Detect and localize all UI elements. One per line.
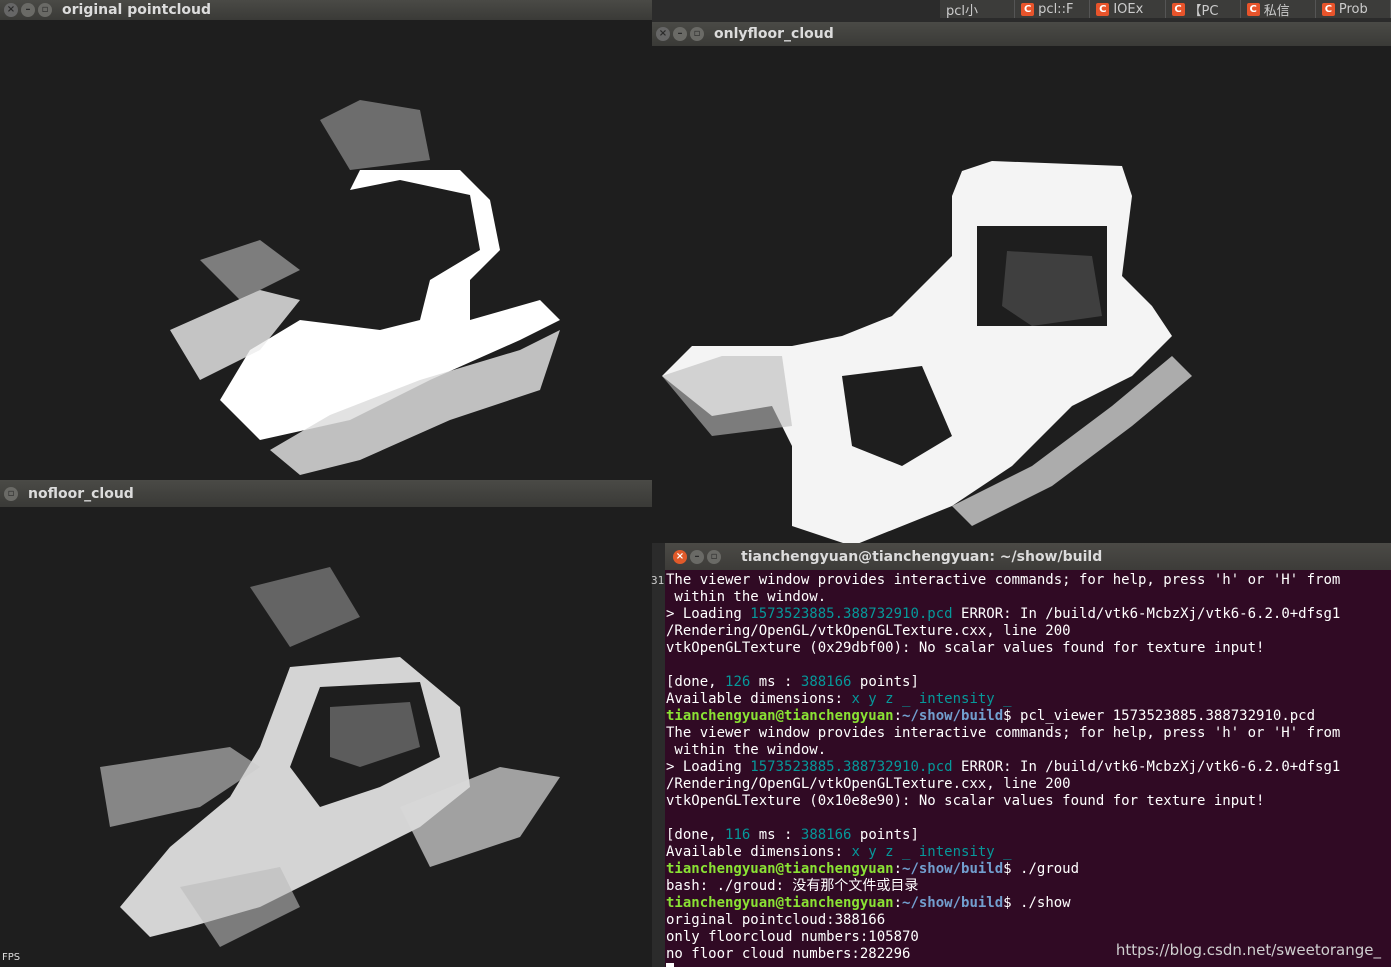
close-icon[interactable]: × [656,27,670,41]
onlyfloor-window-titlebar[interactable]: × – ▫ onlyfloor_cloud [652,22,1391,46]
terminal-line: within the window. [666,742,827,758]
terminal-window[interactable]: × – ▫ tianchengyuan@tianchengyuan: ~/sho… [665,543,1391,967]
terminal-line: > Loading 1573523885.388732910.pcd ERROR… [666,606,1341,622]
onlyfloor-cloud-window[interactable]: × – ▫ onlyfloor_cloud [652,22,1391,543]
minimize-icon[interactable]: – [673,27,687,41]
csdn-icon: C [1171,2,1185,16]
original-pointcloud-window[interactable]: × – ▫ original pointcloud [0,0,652,480]
terminal-line: vtkOpenGLTexture (0x10e8e90): No scalar … [666,793,1265,809]
csdn-icon: C [1246,2,1260,16]
watermark: https://blog.csdn.net/sweetorange_ [1115,941,1381,959]
browser-tab[interactable]: Cpcl::F [1015,0,1091,18]
tab-label: 私信 [1263,3,1290,19]
csdn-icon: C [1021,2,1035,16]
terminal-line: tianchengyuan@tianchengyuan:~/show/build… [666,708,1316,724]
terminal-line: The viewer window provides interactive c… [666,725,1341,741]
browser-tab[interactable]: C 【PC [1166,0,1241,18]
pointcloud-render [100,567,560,947]
nofloor-window-titlebar[interactable]: ▫ nofloor_cloud [0,480,652,507]
window-title: onlyfloor_cloud [714,26,834,42]
fps-label: FPS [2,952,21,963]
terminal-line: tianchengyuan@tianchengyuan:~/show/build… [666,895,1071,911]
terminal-titlebar[interactable]: × – ▫ tianchengyuan@tianchengyuan: ~/sho… [665,543,1391,570]
pointcloud-viewport[interactable] [0,20,652,480]
gutter-number: 31 [651,574,665,587]
terminal-line: bash: ./groud: 没有那个文件或目录 [666,878,919,894]
browser-tab-strip: pcl小 Cpcl::F C IOEx C 【PC C 私信 C Prob [940,0,1391,18]
tab-label: IOEx [1113,1,1144,17]
original-window-titlebar[interactable]: × – ▫ original pointcloud [0,0,652,20]
terminal-cursor [666,963,674,967]
terminal-line: [done, 116 ms : 388166 points] [666,827,919,843]
terminal-line: > Loading 1573523885.388732910.pcd ERROR… [666,759,1341,775]
nofloor-cloud-window[interactable]: ▫ nofloor_cloud FPS [0,480,652,967]
window-title: original pointcloud [62,2,212,18]
pointcloud-render [170,100,560,475]
pointcloud-viewport[interactable] [652,46,1391,543]
window-title: nofloor_cloud [28,485,134,502]
terminal-line: Available dimensions: x y z _ intensity … [666,691,1012,707]
minimize-icon[interactable]: – [690,549,704,564]
terminal-output[interactable]: The viewer window provides interactive c… [665,570,1391,967]
csdn-icon: C [1096,2,1110,16]
tab-label: 【PC [1188,3,1219,19]
terminal-line: original pointcloud:388166 [666,912,886,928]
minimize-icon[interactable]: – [21,3,35,17]
csdn-icon: C [1321,2,1335,16]
terminal-line: /Rendering/OpenGL/vtkOpenGLTexture.cxx, … [666,776,1071,792]
maximize-icon[interactable]: ▫ [690,27,704,41]
pointcloud-render [662,161,1192,543]
terminal-title: tianchengyuan@tianchengyuan: ~/show/buil… [741,548,1103,565]
close-icon[interactable]: × [4,3,18,17]
maximize-icon[interactable]: ▫ [38,3,52,17]
maximize-icon[interactable]: ▫ [707,549,721,564]
terminal-line: vtkOpenGLTexture (0x29dbf00): No scalar … [666,640,1265,656]
tab-label: Prob [1338,1,1368,17]
browser-tab[interactable]: C Prob [1316,0,1391,18]
pointcloud-viewport[interactable]: FPS [0,507,652,967]
browser-tab[interactable]: C IOEx [1090,0,1166,18]
terminal-line: /Rendering/OpenGL/vtkOpenGLTexture.cxx, … [666,623,1071,639]
tab-label: pcl小 [946,3,979,19]
tab-label: pcl::F [1038,1,1074,17]
terminal-line: The viewer window provides interactive c… [666,572,1341,588]
browser-tab[interactable]: pcl小 [940,0,1016,19]
maximize-icon[interactable]: ▫ [4,486,18,501]
browser-tab[interactable]: C 私信 [1241,0,1316,18]
terminal-line: within the window. [666,589,827,605]
terminal-line: [done, 126 ms : 388166 points] [666,674,919,690]
terminal-line: tianchengyuan@tianchengyuan:~/show/build… [666,861,1080,877]
close-icon[interactable]: × [673,549,687,564]
terminal-line [666,963,1391,967]
terminal-line: Available dimensions: x y z _ intensity … [666,844,1012,860]
